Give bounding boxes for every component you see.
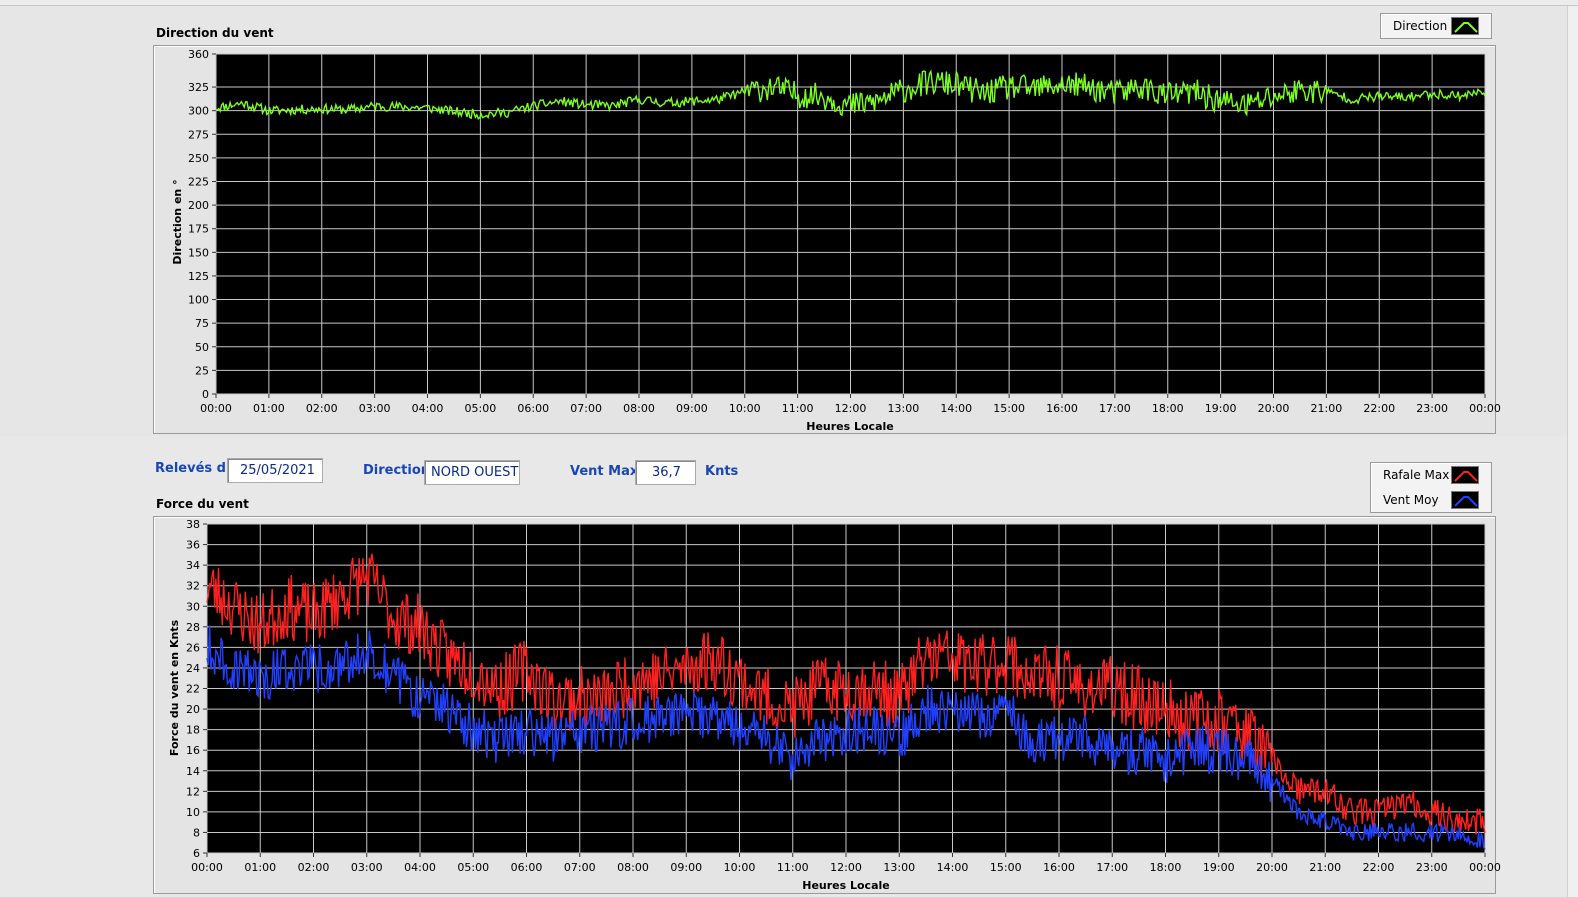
vent-max-label: Vent Max — [570, 464, 639, 479]
legend-label-rafale-max: Rafale Max — [1383, 468, 1450, 482]
force-chart-frame — [153, 516, 1496, 894]
force-chart-title: Force du vent — [156, 497, 249, 511]
legend-label-vent-moy: Vent Moy — [1383, 493, 1439, 507]
legend-item-direction[interactable]: Direction — [1381, 14, 1491, 38]
window-top-bar — [0, 0, 1578, 6]
date-label: Relevés du — [155, 461, 236, 476]
date-field[interactable]: 25/05/2021 — [227, 458, 323, 483]
legend-item-rafale-max[interactable]: Rafale Max — [1371, 463, 1491, 487]
direction-field[interactable]: NORD OUEST — [424, 460, 520, 485]
legend-swatch-vent-moy-icon — [1451, 491, 1479, 509]
legend-swatch-rafale-max-icon — [1451, 466, 1479, 484]
window-scroll-strip[interactable] — [1567, 6, 1578, 897]
direction-chart-frame — [153, 45, 1496, 434]
direction-label: Direction — [363, 463, 431, 478]
force-legend[interactable]: Rafale Max Vent Moy — [1370, 462, 1492, 513]
vent-max-unit: Knts — [705, 464, 739, 479]
legend-item-vent-moy[interactable]: Vent Moy — [1371, 488, 1491, 512]
legend-swatch-direction-icon — [1451, 17, 1479, 35]
legend-label-direction: Direction — [1393, 19, 1448, 33]
direction-legend[interactable]: Direction — [1380, 13, 1492, 39]
direction-chart-title: Direction du vent — [156, 26, 274, 40]
vent-max-field[interactable]: 36,7 — [635, 460, 696, 485]
